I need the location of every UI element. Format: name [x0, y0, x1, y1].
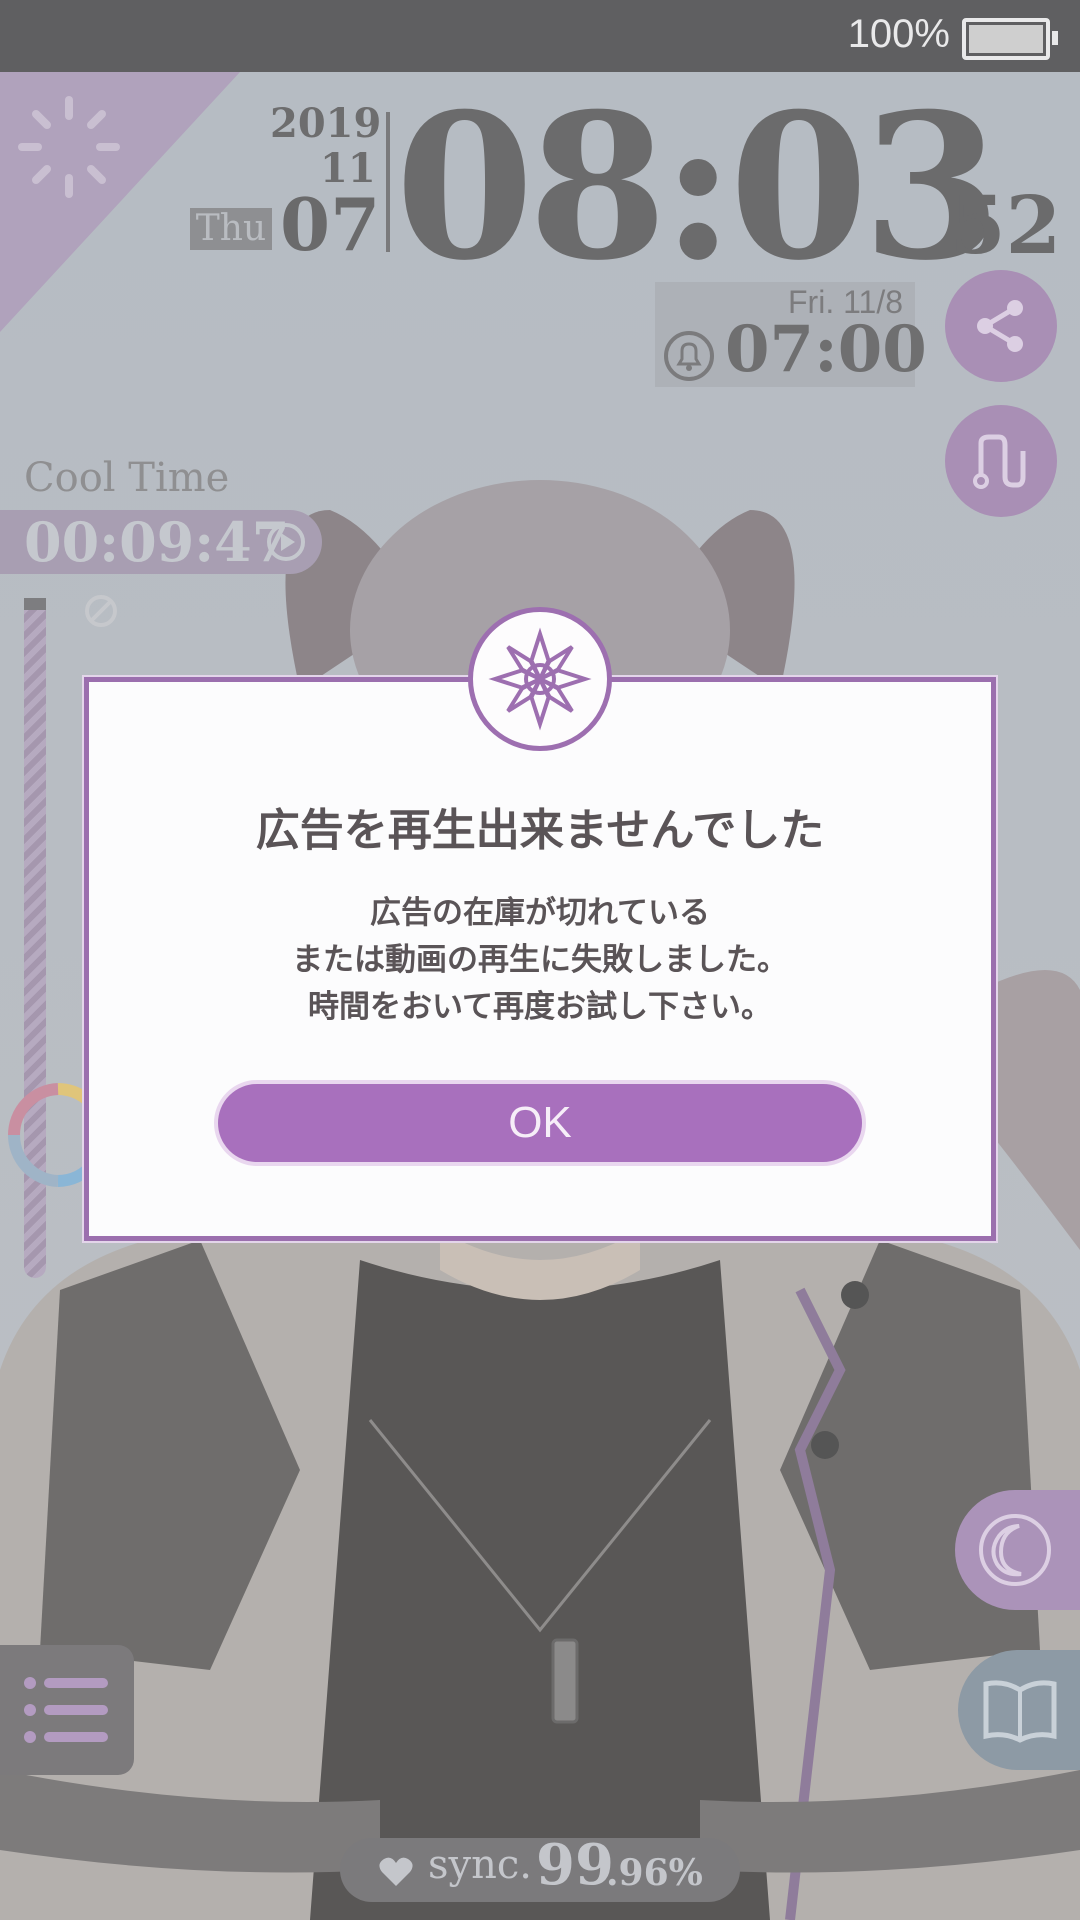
clock-seconds: 52 — [950, 178, 1062, 272]
dialog-message-line: または動画の再生に失敗しました。 — [292, 942, 788, 978]
date-day: 07 — [280, 182, 381, 267]
ok-button[interactable]: OK — [214, 1080, 866, 1166]
sync-label: sync. — [428, 1842, 533, 1888]
dialog-emblem — [468, 607, 612, 751]
heart-icon — [379, 1857, 413, 1886]
alarm-widget[interactable]: Fri. 11/8 07:00 — [655, 282, 927, 387]
sync-value-decimal: .96% — [606, 1852, 703, 1894]
loading-spinner-icon — [18, 96, 120, 198]
share-icon — [977, 300, 1023, 352]
route-button[interactable] — [945, 405, 1057, 517]
cool-time-value: 00:09:47 — [24, 510, 290, 574]
dialog-message-line: 広告の在庫が切れている — [369, 895, 711, 931]
bell-icon — [664, 331, 714, 381]
share-button[interactable] — [945, 270, 1057, 382]
clock-time: 08:03 — [395, 70, 1001, 305]
weekday-badge: Thu — [190, 208, 272, 250]
status-bar: 100% — [0, 0, 1080, 72]
clock-divider — [386, 112, 390, 252]
no-entry-icon — [85, 595, 117, 627]
error-dialog: 広告を再生出来ませんでした 広告の在庫が切れている または動画の再生に失敗しまし… — [84, 677, 996, 1241]
moon-icon — [979, 1514, 1051, 1586]
play-icon — [267, 523, 305, 561]
menu-button[interactable] — [0, 1645, 134, 1775]
cool-time-label: Cool Time — [24, 455, 230, 501]
sync-value-integer: 99 — [536, 1832, 614, 1898]
flower-emblem-icon — [488, 627, 592, 731]
alarm-time: 07:00 — [725, 312, 927, 387]
cool-time-pill[interactable]: 00:09:47 — [0, 510, 322, 574]
sleep-button[interactable] — [955, 1490, 1080, 1610]
sync-indicator: sync. 99 .96% — [340, 1832, 740, 1902]
book-icon — [983, 1680, 1057, 1743]
menu-list-icon — [24, 1677, 108, 1743]
date-year: 2019 — [270, 100, 382, 147]
dialog-title: 広告を再生出来ませんでした — [255, 805, 825, 856]
battery-icon — [962, 18, 1058, 60]
battery-percentage: 100% — [847, 12, 950, 56]
energy-gauge-cap — [24, 598, 46, 610]
route-icon — [973, 434, 1026, 489]
dialog-message: 広告の在庫が切れている または動画の再生に失敗しました。 時間をおいて再度お試し… — [89, 890, 991, 1031]
dialog-message-line: 時間をおいて再度お試し下さい。 — [307, 989, 773, 1025]
book-button[interactable] — [958, 1650, 1080, 1770]
